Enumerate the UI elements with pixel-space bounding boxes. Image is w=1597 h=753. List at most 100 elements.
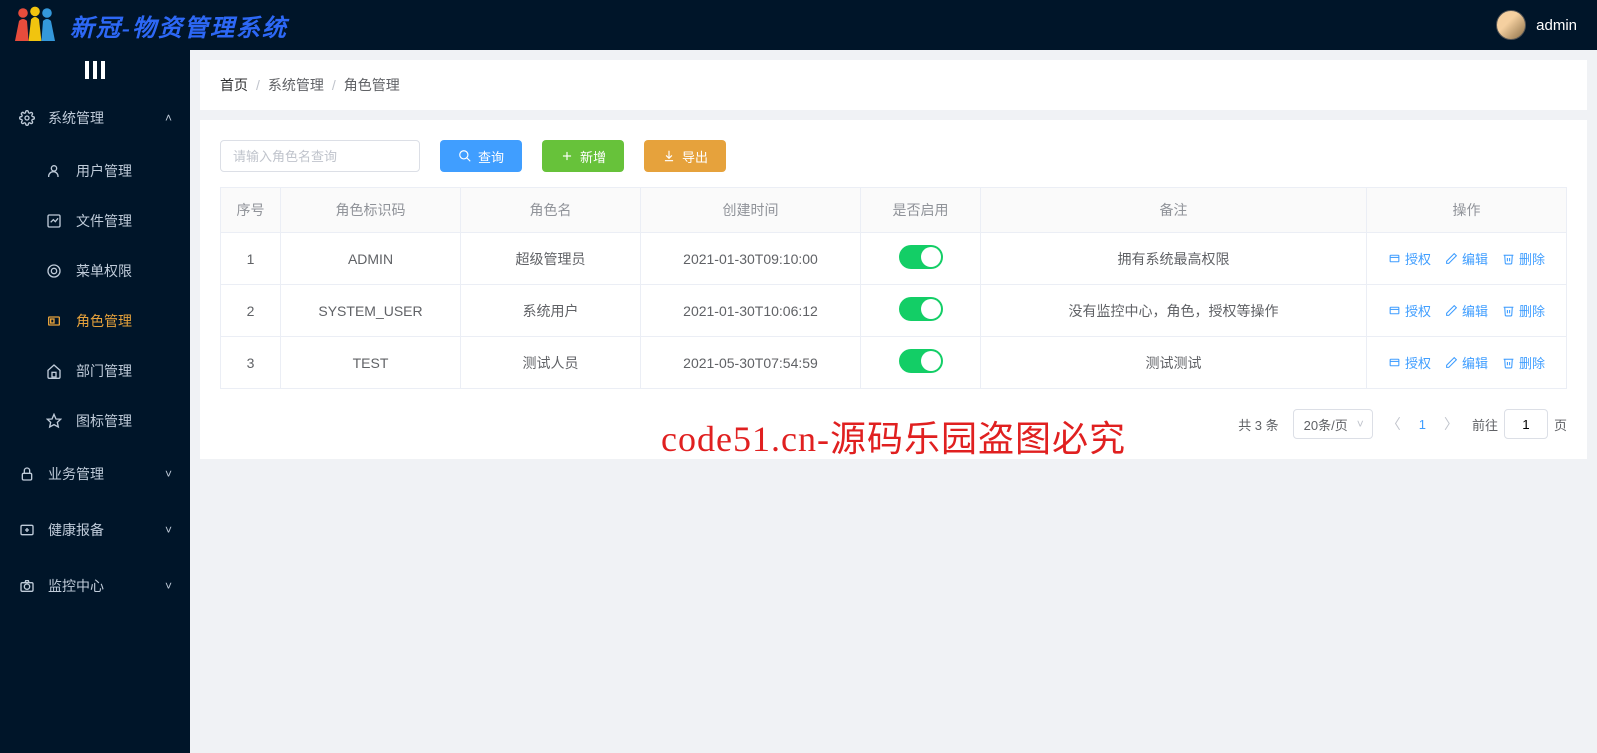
breadcrumb-item: 角色管理 bbox=[344, 75, 400, 95]
authorize-link[interactable]: 授权 bbox=[1388, 301, 1431, 320]
next-page-button[interactable]: 〉 bbox=[1444, 414, 1458, 434]
th-remark: 备注 bbox=[981, 188, 1367, 233]
menu-title-health[interactable]: 健康报备 ˅ bbox=[0, 502, 190, 558]
delete-link[interactable]: 删除 bbox=[1502, 249, 1545, 268]
chevron-down-icon: ˅ bbox=[165, 579, 172, 593]
edit-link[interactable]: 编辑 bbox=[1445, 249, 1488, 268]
th-enable: 是否启用 bbox=[861, 188, 981, 233]
chart-icon bbox=[46, 213, 64, 229]
menu-label: 业务管理 bbox=[48, 464, 165, 484]
star-icon bbox=[46, 413, 64, 429]
breadcrumb: 首页 / 系统管理 / 角色管理 bbox=[200, 60, 1587, 110]
hamburger-icon bbox=[85, 61, 105, 79]
lock-icon bbox=[18, 466, 36, 482]
user-name-label: admin bbox=[1536, 17, 1577, 34]
cell-seq: 3 bbox=[221, 337, 281, 389]
edit-link[interactable]: 编辑 bbox=[1445, 353, 1488, 372]
role-icon bbox=[46, 313, 64, 329]
add-button[interactable]: 新增 bbox=[542, 140, 624, 172]
sidebar-item-user[interactable]: 用户管理 bbox=[0, 146, 190, 196]
cell-code: SYSTEM_USER bbox=[281, 285, 461, 337]
chevron-down-icon: ˅ bbox=[1357, 417, 1364, 431]
plus-icon bbox=[560, 149, 574, 163]
logo-icon bbox=[10, 5, 60, 45]
sidebar-item-dept[interactable]: 部门管理 bbox=[0, 346, 190, 396]
sidebar-item-file[interactable]: 文件管理 bbox=[0, 196, 190, 246]
enable-switch[interactable] bbox=[899, 297, 943, 321]
target-icon bbox=[46, 263, 64, 279]
sidebar-item-label: 部门管理 bbox=[76, 361, 132, 381]
cell-name: 系统用户 bbox=[461, 285, 641, 337]
th-seq: 序号 bbox=[221, 188, 281, 233]
house-icon bbox=[46, 363, 64, 379]
cell-seq: 1 bbox=[221, 233, 281, 285]
sidebar-item-menu-perm[interactable]: 菜单权限 bbox=[0, 246, 190, 296]
breadcrumb-sep: / bbox=[256, 77, 260, 93]
sidebar: 系统管理 ˄ 用户管理 文件管理 菜单权限 角色管理 bbox=[0, 50, 190, 753]
export-button-label: 导出 bbox=[682, 147, 708, 166]
system-title: 新冠-物资管理系统 bbox=[70, 8, 288, 43]
table-row: 1 ADMIN 超级管理员 2021-01-30T09:10:00 拥有系统最高… bbox=[221, 233, 1567, 285]
camera-icon bbox=[18, 578, 36, 594]
delete-link[interactable]: 删除 bbox=[1502, 301, 1545, 320]
toolbar: 查询 新增 导出 bbox=[220, 140, 1567, 172]
th-action: 操作 bbox=[1367, 188, 1567, 233]
user-menu[interactable]: admin bbox=[1496, 10, 1577, 40]
sidebar-item-label: 用户管理 bbox=[76, 161, 132, 181]
cell-name: 测试人员 bbox=[461, 337, 641, 389]
prev-page-button[interactable]: 〈 bbox=[1387, 414, 1401, 434]
breadcrumb-item[interactable]: 系统管理 bbox=[268, 75, 324, 95]
authorize-link[interactable]: 授权 bbox=[1388, 249, 1431, 268]
user-avatar-icon bbox=[1496, 10, 1526, 40]
search-button-label: 查询 bbox=[478, 147, 504, 166]
th-time: 创建时间 bbox=[641, 188, 861, 233]
delete-link[interactable]: 删除 bbox=[1502, 353, 1545, 372]
sidebar-item-label: 图标管理 bbox=[76, 411, 132, 431]
cell-seq: 2 bbox=[221, 285, 281, 337]
breadcrumb-item[interactable]: 首页 bbox=[220, 75, 248, 95]
table-row: 3 TEST 测试人员 2021-05-30T07:54:59 测试测试 授权 … bbox=[221, 337, 1567, 389]
sidebar-item-role[interactable]: 角色管理 bbox=[0, 296, 190, 346]
top-header: 新冠-物资管理系统 admin bbox=[0, 0, 1597, 50]
cell-action: 授权 编辑 删除 bbox=[1367, 285, 1567, 337]
sidebar-item-icon[interactable]: 图标管理 bbox=[0, 396, 190, 446]
chevron-down-icon: ˅ bbox=[165, 523, 172, 537]
role-search-input[interactable] bbox=[220, 140, 420, 172]
page-number[interactable]: 1 bbox=[1419, 417, 1426, 432]
th-code: 角色标识码 bbox=[281, 188, 461, 233]
menu-title-business[interactable]: 业务管理 ˅ bbox=[0, 446, 190, 502]
logo-area: 新冠-物资管理系统 bbox=[10, 5, 288, 45]
sidebar-collapse-button[interactable] bbox=[0, 50, 190, 90]
chevron-up-icon: ˄ bbox=[165, 111, 172, 125]
edit-link[interactable]: 编辑 bbox=[1445, 301, 1488, 320]
enable-switch[interactable] bbox=[899, 245, 943, 269]
add-button-label: 新增 bbox=[580, 147, 606, 166]
search-button[interactable]: 查询 bbox=[440, 140, 522, 172]
gear-icon bbox=[18, 110, 36, 126]
main-area: 首页 / 系统管理 / 角色管理 查询 新增 导出 bbox=[190, 50, 1597, 753]
authorize-icon bbox=[1388, 356, 1401, 369]
cell-enable bbox=[861, 337, 981, 389]
sidebar-item-label: 文件管理 bbox=[76, 211, 132, 231]
trash-icon bbox=[1502, 252, 1515, 265]
trash-icon bbox=[1502, 356, 1515, 369]
authorize-link[interactable]: 授权 bbox=[1388, 353, 1431, 372]
menu-title-system[interactable]: 系统管理 ˄ bbox=[0, 90, 190, 146]
cell-remark: 测试测试 bbox=[981, 337, 1367, 389]
cell-time: 2021-01-30T10:06:12 bbox=[641, 285, 861, 337]
authorize-icon bbox=[1388, 252, 1401, 265]
jump-prefix: 前往 bbox=[1472, 415, 1498, 434]
page-size-select[interactable]: 20条/页 ˅ bbox=[1293, 409, 1373, 439]
menu-label: 监控中心 bbox=[48, 576, 165, 596]
th-name: 角色名 bbox=[461, 188, 641, 233]
cell-remark: 拥有系统最高权限 bbox=[981, 233, 1367, 285]
export-button[interactable]: 导出 bbox=[644, 140, 726, 172]
jump-page-input[interactable] bbox=[1504, 409, 1548, 439]
menu-title-monitor[interactable]: 监控中心 ˅ bbox=[0, 558, 190, 614]
sidebar-item-label: 菜单权限 bbox=[76, 261, 132, 281]
cell-enable bbox=[861, 233, 981, 285]
pagination-total: 共 3 条 bbox=[1238, 415, 1278, 434]
breadcrumb-sep: / bbox=[332, 77, 336, 93]
menu-group-system: 系统管理 ˄ 用户管理 文件管理 菜单权限 角色管理 bbox=[0, 90, 190, 446]
enable-switch[interactable] bbox=[899, 349, 943, 373]
